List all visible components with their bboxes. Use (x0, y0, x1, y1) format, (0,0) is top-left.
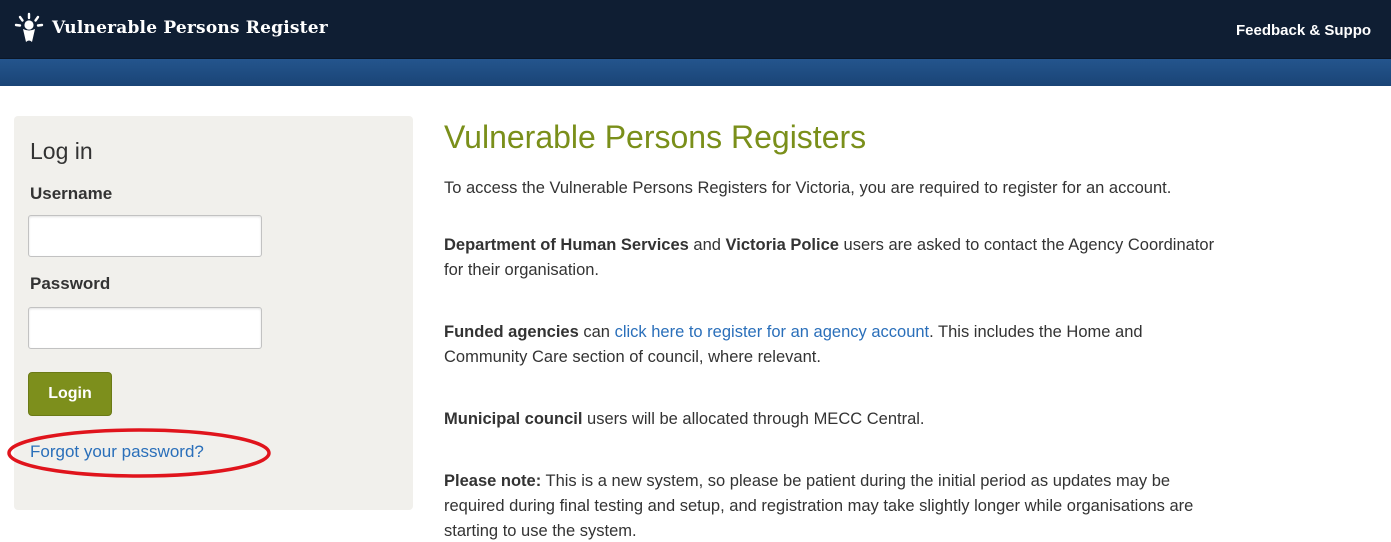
note-paragraph: Please note: This is a new system, so pl… (444, 469, 1391, 542)
municipal-text: users will be allocated through MECC Cen… (582, 410, 925, 428)
password-input[interactable] (28, 307, 262, 349)
dhs-and: and (688, 236, 726, 254)
funded-can: can (578, 323, 615, 341)
register-agency-link[interactable]: click here to register for an agency acc… (615, 323, 930, 341)
intro-paragraph: To access the Vulnerable Persons Registe… (444, 176, 1391, 201)
top-navbar: Vulnerable Persons Register Feedback & S… (0, 0, 1391, 58)
site-title: Vulnerable Persons Register (52, 18, 328, 38)
page-title: Vulnerable Persons Registers (444, 119, 867, 155)
brand[interactable]: Vulnerable Persons Register (14, 12, 328, 44)
note-line2-text: required during final testing and setup,… (444, 497, 1194, 515)
funded-line2-text: Community Care section of council, where… (444, 348, 821, 366)
intro-text: To access the Vulnerable Persons Registe… (444, 179, 1172, 197)
funded-bold: Funded agencies (444, 323, 579, 341)
sub-navbar (0, 58, 1391, 86)
dhs-paragraph: Department of Human Services and Victori… (444, 233, 1391, 283)
dhs-bold: Department of Human Services (444, 236, 689, 254)
note-line3-text: starting to use the system. (444, 522, 637, 540)
police-bold: Victoria Police (725, 236, 839, 254)
login-button[interactable]: Login (28, 372, 112, 416)
note-bold: Please note: (444, 472, 542, 490)
municipal-bold: Municipal council (444, 410, 583, 428)
feedback-support-link[interactable]: Feedback & Suppo (1236, 22, 1371, 39)
annotation-ellipse (7, 428, 271, 478)
username-label: Username (30, 184, 113, 203)
sun-figure-icon (14, 12, 44, 42)
dhs-line2-text: for their organisation. (444, 261, 600, 279)
username-input[interactable] (28, 215, 262, 257)
funded-line1-text: . This includes the Home and (929, 323, 1143, 341)
login-heading: Log in (30, 138, 93, 164)
password-label: Password (30, 274, 111, 293)
dhs-line1-text: users are asked to contact the Agency Co… (838, 236, 1215, 254)
municipal-paragraph: Municipal council users will be allocate… (444, 407, 1391, 432)
funded-paragraph: Funded agencies can click here to regist… (444, 320, 1391, 370)
note-line1-text: This is a new system, so please be patie… (541, 472, 1171, 490)
